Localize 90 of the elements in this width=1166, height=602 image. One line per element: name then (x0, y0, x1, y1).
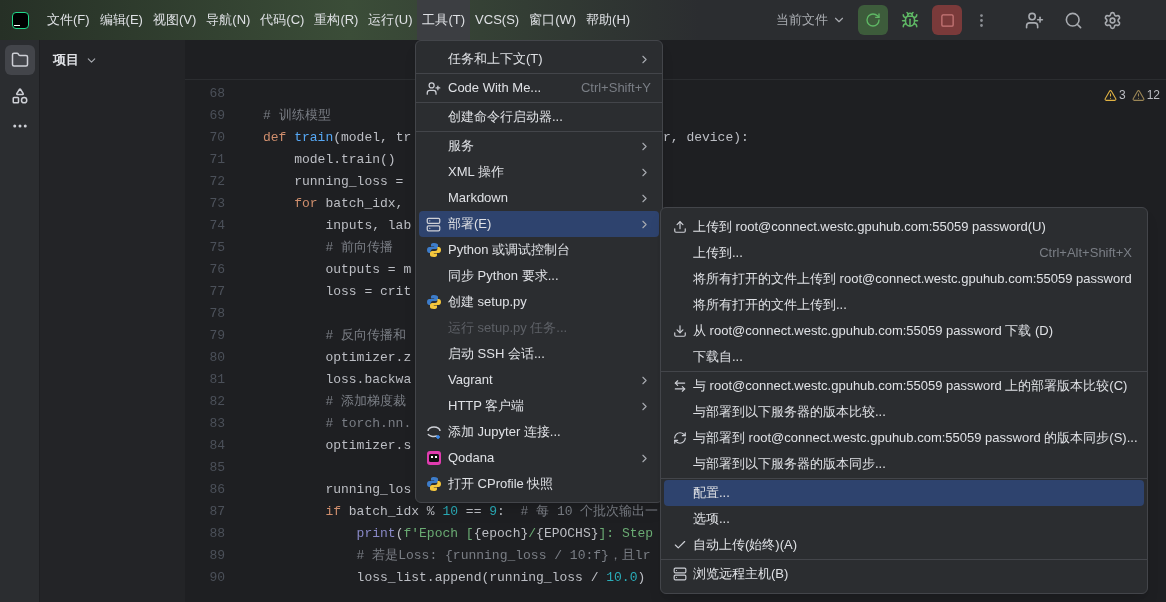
code-line: loss.backwa (324, 371, 412, 390)
code-line: # torch.nn. (324, 415, 412, 434)
bug-icon[interactable] (901, 11, 919, 29)
download-icon (673, 324, 687, 338)
upload-icon (673, 220, 687, 234)
menu-item[interactable]: 服务 (419, 133, 659, 159)
shortcut-label: Ctrl+Alt+Shift+X (1039, 244, 1132, 263)
menu-item[interactable]: 下载自... (664, 344, 1144, 370)
folder-icon[interactable] (4, 45, 35, 75)
menu-item[interactable]: 将所有打开的文件上传到 root@connect.westc.gpuhub.com:55059 password (664, 266, 1144, 292)
code-line: def train(model, tr (263, 129, 412, 148)
code-line: loss_list.append(running_loss / 10.0) (355, 569, 646, 588)
menu-item[interactable]: 启动 SSH 会话... (419, 341, 659, 367)
menu-item[interactable]: XML 操作 (419, 159, 659, 185)
code-line: optimizer.s (324, 437, 412, 456)
menu-item[interactable]: 与 root@connect.westc.gpuhub.com:55059 password 上的部署版本比较(C) (664, 373, 1144, 399)
code-line: outputs = m (324, 261, 412, 280)
menu-item[interactable]: 导航(N) (201, 0, 256, 40)
menu-item[interactable]: 添加 Jupyter 连接... (419, 419, 659, 445)
stop-icon (939, 12, 955, 28)
code-line: # 若是Loss: {running_loss / 10:f}，且lr (355, 547, 651, 566)
menu-item[interactable]: 视图(V) (147, 0, 202, 40)
menu-item[interactable]: VCS(S) (470, 0, 525, 40)
menu-item[interactable]: Markdown (419, 185, 659, 211)
server-icon (426, 216, 441, 232)
menu-item[interactable]: 运行(U) (363, 0, 418, 40)
menu-item[interactable]: 工具(T) (417, 0, 471, 40)
rerun-icon (865, 12, 881, 28)
code-line: # 训练模型 (263, 107, 331, 126)
code-line: # 添加梯度裁 (324, 393, 406, 412)
menu-item[interactable]: 与部署到以下服务器的版本比较... (664, 399, 1144, 425)
menu-item[interactable]: 代码(C) (255, 0, 310, 40)
menu-item[interactable]: 与部署到 root@connect.westc.gpuhub.com:55059 password 的版本同步(S)... (664, 425, 1144, 451)
app-logo (12, 11, 29, 29)
menu-item[interactable]: 帮助(H) (581, 0, 636, 40)
menu-item[interactable]: 上传到 root@connect.westc.gpuhub.com:55059 password(U) (664, 214, 1144, 240)
code-line: running_loss = (293, 173, 405, 192)
qodana-icon (426, 450, 442, 466)
code-line: # 前向传播 (324, 239, 393, 258)
code-line: r, device): (663, 129, 749, 148)
settings-icon[interactable] (1103, 10, 1122, 30)
menu-item[interactable]: HTTP 客户端 (419, 393, 659, 419)
code-line: loss = crit (324, 283, 412, 302)
user-plus-icon[interactable] (1025, 10, 1044, 30)
menu-item[interactable]: 选项... (664, 506, 1144, 532)
structure-icon[interactable] (10, 87, 29, 105)
run-config-dropdown[interactable]: 当前文件 (776, 10, 846, 30)
shortcut-label: Ctrl+Shift+Y (580, 79, 651, 98)
menu-item[interactable]: 从 root@connect.westc.gpuhub.com:55059 password 下载 (D) (664, 318, 1144, 344)
menu-item[interactable]: 配置... (664, 480, 1144, 506)
user-plus-icon (426, 80, 441, 96)
menu-item[interactable]: Python 或调试控制台 (419, 237, 659, 263)
panel-title[interactable]: 项目 (53, 50, 79, 70)
code-line: inputs, lab (324, 217, 412, 236)
menu-item[interactable]: 编辑(E) (94, 0, 148, 40)
menu-item[interactable]: 自动上传(始终)(A) (664, 532, 1144, 558)
menu-item[interactable]: 打开 CProfile 快照 (419, 471, 659, 497)
menu-item[interactable]: Code With Me... Ctrl+Shift+Y (419, 75, 659, 101)
menu-item[interactable]: 上传到... Ctrl+Alt+Shift+X (664, 240, 1144, 266)
menu-item[interactable]: Vagrant (419, 367, 659, 393)
compare-icon (673, 379, 687, 393)
menu-item[interactable]: 重构(R) (309, 0, 364, 40)
code-line: print(f'Epoch [{epoch}/{EPOCHS}]: Step (355, 525, 654, 544)
sync-icon (673, 431, 687, 445)
search-icon[interactable] (1064, 10, 1083, 30)
menu-item[interactable]: 同步 Python 要求... (419, 263, 659, 289)
code-line: running_los (324, 481, 412, 500)
menu-item[interactable]: 创建命令行启动器... (419, 104, 659, 130)
rerun-button[interactable] (858, 5, 888, 35)
warning-count: 12 (1146, 87, 1160, 104)
menu-item[interactable]: 将所有打开的文件上传到... (664, 292, 1144, 318)
server-icon (673, 567, 687, 581)
menu-item[interactable]: Qodana (419, 445, 659, 471)
menu-item[interactable]: 文件(F) (42, 0, 95, 40)
python-icon (426, 294, 442, 310)
jupyter-icon (426, 424, 442, 440)
menu-item[interactable]: 与部署到以下服务器的版本同步... (664, 451, 1144, 477)
menu-item[interactable]: 部署(E) (419, 211, 659, 237)
code-line: for batch_idx, (293, 195, 404, 214)
code-line: optimizer.z (324, 349, 412, 368)
menu-item[interactable]: 创建 setup.py (419, 289, 659, 315)
menu-item[interactable]: 浏览远程主机(B) (664, 561, 1144, 587)
code-line: model.train() (293, 151, 396, 170)
stop-button[interactable] (932, 5, 962, 35)
code-line: # 反向传播和 (324, 327, 406, 346)
python-icon (426, 476, 442, 492)
python-icon (426, 242, 442, 258)
menu-item[interactable]: 窗口(W) (524, 0, 582, 40)
warning-count: 3 (1118, 87, 1126, 104)
menu-item[interactable]: 任务和上下文(T) (419, 46, 659, 72)
